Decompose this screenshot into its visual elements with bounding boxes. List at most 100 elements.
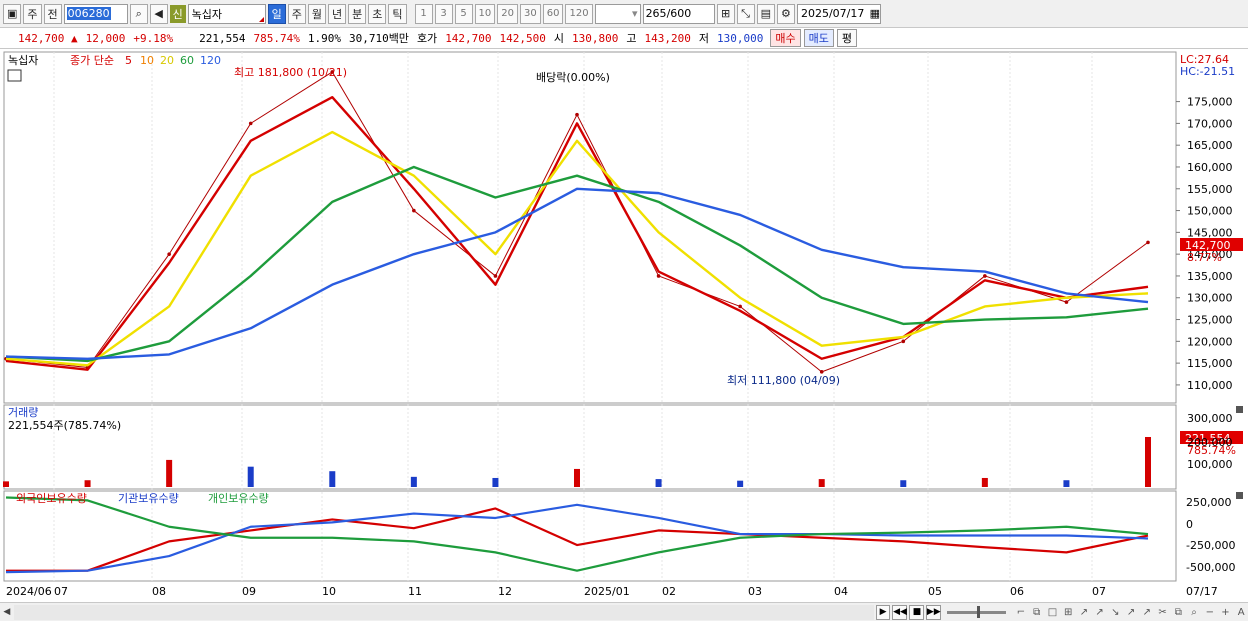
x-label-02: 02 [662, 585, 676, 598]
volume-close-icon[interactable] [1236, 406, 1243, 413]
count-total: /600 [666, 7, 692, 20]
chart-svg[interactable]: 175,000 170,000 165,000 160,000 155,000 150,0… [0, 50, 1248, 602]
zoom-slider[interactable] [947, 605, 1007, 618]
current-price: 142,700 ▲ [18, 31, 78, 45]
trend-icon-1[interactable]: ↗ [1077, 605, 1091, 619]
interval-5[interactable]: 5 [454, 3, 473, 24]
interval-10[interactable]: 10 [474, 3, 496, 24]
interval-3[interactable]: 3 [434, 3, 453, 24]
x-label-08: 08 [152, 585, 166, 598]
foreign-legend: 외국인보유수량 [16, 492, 87, 505]
font-icon[interactable]: A [1234, 605, 1248, 619]
trend-icon-5[interactable]: ↗ [1140, 605, 1154, 619]
holdings-tick-neg250k: -250,000 [1186, 539, 1235, 552]
x-label-end: 07/17 [1186, 585, 1218, 598]
code-input[interactable]: 006280 [63, 3, 128, 24]
volume-bar [410, 476, 417, 487]
buy-button[interactable]: 매수 [770, 29, 801, 47]
period-week[interactable]: 주 [287, 3, 306, 24]
x-label-2025-01: 2025/01 [584, 585, 630, 598]
data-icon[interactable]: ⊞ [716, 3, 735, 24]
low-annotation: 최저 111,800 (04/09) [727, 374, 840, 387]
high-price: 143,200 [644, 31, 691, 45]
close-point [901, 339, 906, 344]
volume-value: 221,554주(785.74%) [8, 419, 121, 432]
trend-icon-3[interactable]: ↘ [1108, 605, 1122, 619]
rewind-icon[interactable]: ◀◀ [892, 604, 908, 620]
calendar-icon[interactable]: ▦ [870, 7, 880, 20]
trend-icon-4[interactable]: ↗ [1124, 605, 1138, 619]
mode-select[interactable]: 주 [23, 3, 42, 24]
average-button[interactable]: 평 [836, 29, 857, 47]
period-tick[interactable]: 틱 [388, 3, 407, 24]
interval-120[interactable]: 120 [565, 3, 593, 24]
search-icon[interactable]: ⌕ [129, 3, 148, 24]
volume-panel[interactable] [3, 404, 1177, 490]
legend-hc: HC:-21.51 [1180, 65, 1235, 78]
price-tick-label: 130,000 [1187, 292, 1233, 305]
layers-icon[interactable]: ⧉ [1171, 605, 1185, 619]
chart-area[interactable]: 175,000 170,000 165,000 160,000 155,000 150,0… [0, 50, 1248, 602]
legend-price: 종가 단순 [70, 54, 114, 67]
forward-icon[interactable]: ▶▶ [926, 604, 942, 620]
interval-30[interactable]: 30 [520, 3, 541, 24]
count-field[interactable]: 265/600 [642, 3, 715, 24]
scroll-left-icon[interactable]: ◀ [0, 604, 14, 621]
zoom-search-icon[interactable]: ⌕ [1187, 605, 1201, 619]
sell-button[interactable]: 매도 [803, 29, 834, 47]
close-point [1146, 240, 1150, 245]
trade-amount: 30,710백만 [348, 32, 409, 45]
box-icon[interactable]: □ [1046, 605, 1060, 619]
copy-icon[interactable]: ⧉ [1030, 605, 1044, 619]
x-label-10: 10 [322, 585, 336, 598]
up-arrow-icon: ▲ [70, 31, 78, 45]
interval-20[interactable]: 20 [497, 3, 518, 24]
grid-icon[interactable]: ⊞ [1061, 605, 1075, 619]
stop-icon[interactable]: ■ [909, 604, 925, 620]
scissors-icon[interactable]: ✂ [1156, 605, 1170, 619]
period-second[interactable]: 초 [368, 3, 387, 24]
holdings-close-icon[interactable] [1236, 492, 1243, 499]
trend-icon-2[interactable]: ↗ [1093, 605, 1107, 619]
scroll-track[interactable] [13, 604, 874, 620]
period-year[interactable]: 년 [328, 3, 347, 24]
volume-bar [900, 480, 907, 487]
volume-bar [3, 481, 9, 487]
interval-1[interactable]: 1 [414, 3, 433, 24]
last-pct-label: 8.77% [1187, 251, 1222, 264]
prev-button[interactable]: 전 [43, 3, 62, 24]
stock-name[interactable]: 녹십자 [187, 3, 266, 24]
volume-bar [655, 479, 662, 487]
interval-60[interactable]: 60 [542, 3, 564, 24]
interval-custom[interactable]: ▾ [594, 3, 641, 24]
legend-ma-20: 20 [160, 54, 174, 67]
period-day[interactable]: 일 [267, 3, 286, 24]
window-icon[interactable]: ▣ [3, 3, 22, 24]
draw-line-icon[interactable]: ⌐ [1014, 605, 1028, 619]
gear-icon[interactable]: ⚙ [776, 3, 795, 24]
save-icon[interactable]: ▤ [756, 3, 775, 24]
period-month[interactable]: 월 [307, 3, 327, 24]
date-field[interactable]: 2025/07/17 ▦ [796, 3, 881, 24]
open-price: 130,800 [572, 31, 619, 45]
turnover: 1.90% [307, 31, 341, 45]
close-point [167, 252, 171, 256]
chart-toggle-icon[interactable] [7, 69, 22, 82]
x-label-12: 12 [498, 585, 512, 598]
credit-badge: 신 [169, 4, 186, 23]
price-tick-label: 145,000 [1187, 226, 1233, 239]
scroll-right-icon[interactable]: ▶ [875, 604, 891, 620]
close-point [412, 208, 416, 213]
x-label-07b: 07 [1092, 585, 1106, 598]
chart-type-icon[interactable]: ⤡ [736, 3, 755, 24]
minus-icon[interactable]: − [1203, 605, 1217, 619]
plus-icon[interactable]: + [1219, 605, 1233, 619]
dividend-annotation: 배당락(0.00%) [536, 71, 610, 84]
speaker-icon[interactable]: ◀ [149, 3, 168, 24]
open-label: 시 [553, 32, 565, 45]
price-tick-label: 110,000 [1187, 379, 1233, 392]
volume-bar [818, 479, 825, 487]
volume-bar [1063, 480, 1070, 487]
volume-tick-300k: 300,000 [1187, 412, 1233, 425]
period-minute[interactable]: 분 [348, 3, 367, 24]
